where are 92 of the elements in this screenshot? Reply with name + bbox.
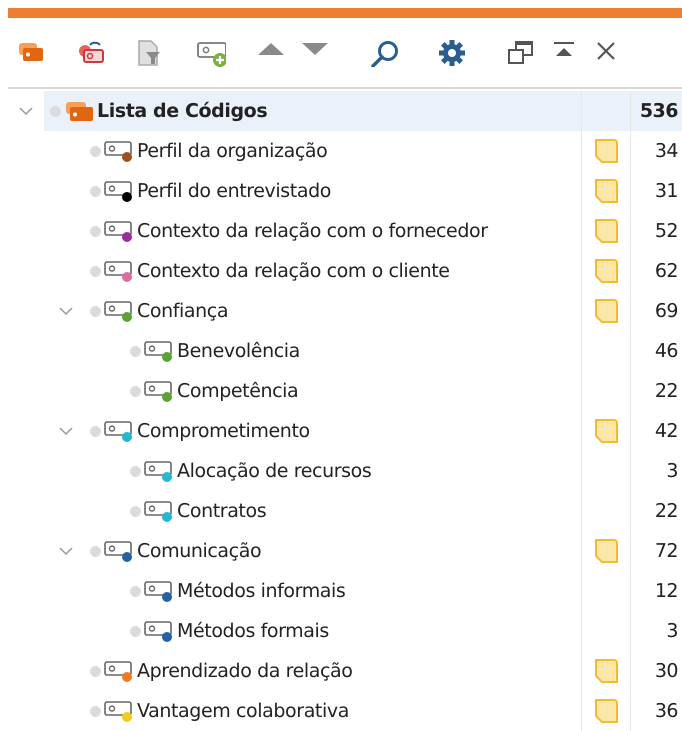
tree-row[interactable]: Contexto da relação com o cliente 62 — [84, 251, 682, 291]
activation-dot[interactable] — [90, 266, 101, 276]
memo-icon — [593, 658, 619, 684]
code-label: Benevolência — [177, 340, 300, 362]
tree-row[interactable]: Perfil da organização 34 — [84, 131, 682, 171]
code-tag-icon — [104, 541, 132, 556]
code-label: Métodos formais — [177, 620, 329, 642]
activation-dot[interactable] — [130, 346, 141, 356]
code-label: Lista de Códigos — [97, 100, 268, 122]
activation-dot[interactable] — [130, 386, 141, 396]
code-system-icon[interactable] — [63, 99, 95, 123]
code-tag-icon — [104, 661, 132, 676]
activation-dot[interactable] — [130, 586, 141, 596]
activation-dot[interactable] — [90, 666, 101, 676]
count-cell: 12 — [630, 571, 682, 611]
code-label: Competência — [177, 380, 298, 402]
code-tag-icon — [104, 701, 132, 716]
window-restore-icon[interactable] — [506, 38, 536, 66]
activation-dot[interactable] — [130, 466, 141, 476]
count-cell: 536 — [630, 91, 682, 131]
activation-dot[interactable] — [90, 226, 101, 236]
tree-row[interactable]: Aprendizado da relação 30 — [84, 651, 682, 691]
count-cell: 62 — [630, 251, 682, 291]
code-label: Perfil do entrevistado — [137, 180, 331, 202]
code-label: Alocação de recursos — [177, 460, 372, 482]
code-label: Contexto da relação com o fornecedor — [137, 220, 488, 242]
tree-row[interactable]: Confiança 69 — [84, 291, 682, 331]
code-tag-icon — [104, 261, 132, 276]
settings-icon[interactable] — [438, 38, 468, 66]
count-cell: 22 — [630, 371, 682, 411]
memo-icon — [593, 698, 619, 724]
count-cell: 42 — [630, 411, 682, 451]
memo-icon — [593, 418, 619, 444]
tree-row[interactable]: Métodos informais 12 — [124, 571, 682, 611]
tree-row[interactable]: Contratos 22 — [124, 491, 682, 531]
activation-dot[interactable] — [90, 426, 101, 436]
activation-dot[interactable] — [90, 546, 101, 556]
memo-icon — [593, 298, 619, 324]
tree-row[interactable]: Contexto da relação com o fornecedor 52 — [84, 211, 682, 251]
code-label: Contratos — [177, 500, 266, 522]
code-tag-icon — [144, 381, 172, 396]
tree-row[interactable]: Comprometimento 42 — [84, 411, 682, 451]
memo-icon — [593, 178, 619, 204]
code-label: Aprendizado da relação — [137, 660, 353, 682]
code-tag-icon — [104, 421, 132, 436]
code-tag-icon — [144, 501, 172, 516]
code-label: Comunicação — [137, 540, 262, 562]
code-label: Métodos informais — [177, 580, 346, 602]
code-tag-icon — [104, 301, 132, 316]
activation-dot[interactable] — [50, 106, 61, 116]
activation-dot[interactable] — [130, 626, 141, 636]
tree-row[interactable]: Lista de Códigos 536 — [44, 91, 682, 131]
activation-dot[interactable] — [90, 706, 101, 716]
activation-dot[interactable] — [90, 146, 101, 156]
activation-dot[interactable] — [90, 306, 101, 316]
memo-icon — [593, 138, 619, 164]
code-tag-icon — [104, 221, 132, 236]
count-cell: 34 — [630, 131, 682, 171]
tree-row[interactable]: Benevolência 46 — [124, 331, 682, 371]
count-cell: 3 — [630, 451, 682, 491]
code-tag-icon — [144, 341, 172, 356]
count-cell: 22 — [630, 491, 682, 531]
count-cell: 36 — [630, 691, 682, 731]
tree-row[interactable]: Comunicação 72 — [84, 531, 682, 571]
code-label: Contexto da relação com o cliente — [137, 260, 450, 282]
count-cell: 30 — [630, 651, 682, 691]
code-tag-icon — [144, 621, 172, 636]
code-label: Perfil da organização — [137, 140, 328, 162]
count-cell: 69 — [630, 291, 682, 331]
activation-dot[interactable] — [130, 506, 141, 516]
count-cell: 3 — [630, 611, 682, 651]
tree-row[interactable]: Alocação de recursos 3 — [124, 451, 682, 491]
activation-dot[interactable] — [90, 186, 101, 196]
count-cell: 52 — [630, 211, 682, 251]
memo-icon — [593, 538, 619, 564]
code-label: Confiança — [137, 300, 228, 322]
code-tag-icon — [104, 141, 132, 156]
count-cell: 72 — [630, 531, 682, 571]
tree-row[interactable]: Perfil do entrevistado 31 — [84, 171, 682, 211]
search-icon[interactable] — [370, 38, 400, 66]
count-cell: 46 — [630, 331, 682, 371]
tree-row[interactable]: Métodos formais 3 — [124, 611, 682, 651]
memo-icon — [593, 258, 619, 284]
tree-row[interactable]: Competência 22 — [124, 371, 682, 411]
code-tag-icon — [144, 461, 172, 476]
code-tag-icon — [144, 581, 172, 596]
code-label: Vantagem colaborativa — [137, 700, 349, 722]
memo-icon — [593, 218, 619, 244]
tree-row[interactable]: Vantagem colaborativa 36 — [84, 691, 682, 731]
code-label: Comprometimento — [137, 420, 310, 442]
count-cell: 31 — [630, 171, 682, 211]
code-tag-icon — [104, 181, 132, 196]
